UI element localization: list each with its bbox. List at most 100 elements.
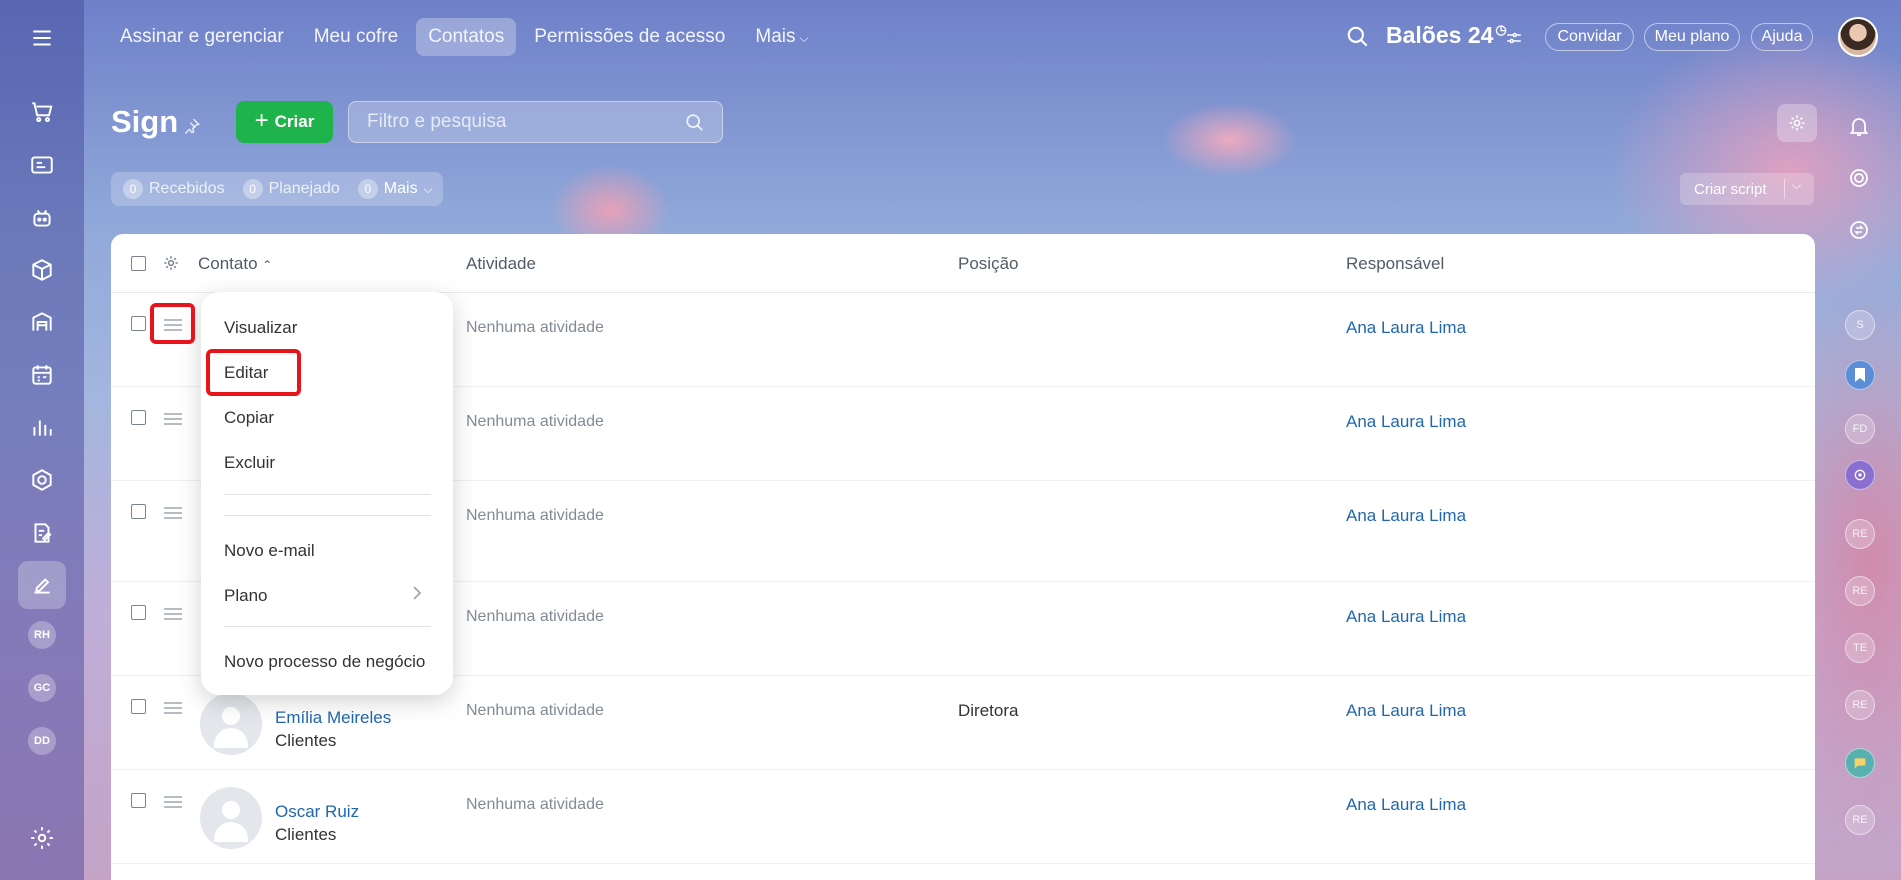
avatar[interactable]: DD <box>28 727 56 755</box>
row-checkbox[interactable] <box>131 699 146 714</box>
avatar[interactable]: RE <box>1845 805 1875 835</box>
menu-item-plan[interactable]: Plano <box>224 586 267 606</box>
counter-planned[interactable]: 0 Planejado <box>242 179 340 199</box>
highlight-edit-item <box>206 349 301 396</box>
position-text: Diretora <box>958 701 1019 720</box>
row-menu-icon[interactable] <box>164 608 182 622</box>
highlight-row-menu <box>150 303 195 344</box>
analytics-icon[interactable] <box>18 403 66 451</box>
responsible-link[interactable]: Ana Laura Lima <box>1346 506 1466 526</box>
sort-up-icon: ⌃ <box>262 258 273 272</box>
topnav-item-assinar[interactable]: Assinar e gerenciar <box>108 18 296 56</box>
view-settings-button[interactable] <box>1777 104 1817 142</box>
create-button[interactable]: + Criar <box>236 101 333 143</box>
cart-icon[interactable] <box>18 88 66 136</box>
avatar[interactable]: RE <box>1845 690 1875 720</box>
menu-separator <box>224 626 431 627</box>
row-menu-icon[interactable] <box>164 413 182 427</box>
avatar[interactable] <box>200 787 262 849</box>
contact-name-link[interactable]: Emília Meireles <box>275 708 391 728</box>
divider <box>1784 179 1785 199</box>
menu-item-new-email[interactable]: Novo e-mail <box>224 541 315 561</box>
search-icon[interactable] <box>1345 24 1371 50</box>
contact-card-icon[interactable] <box>18 141 66 189</box>
menu-item-new-business-process[interactable]: Novo processo de negócio <box>224 652 425 672</box>
counter-badge: 0 <box>123 179 143 199</box>
responsible-link[interactable]: Ana Laura Lima <box>1346 318 1466 338</box>
avatar[interactable] <box>200 693 262 755</box>
table-row[interactable]: Oscar Ruiz Clientes Nenhuma atividade An… <box>111 770 1815 864</box>
contact-name-link[interactable]: Oscar Ruiz <box>275 802 359 822</box>
avatar[interactable]: FD <box>1845 414 1875 444</box>
settings-gear-icon[interactable] <box>18 814 66 862</box>
search-icon[interactable] <box>684 112 706 134</box>
pin-icon[interactable] <box>182 116 202 136</box>
menu-item-copy[interactable]: Copiar <box>224 408 274 428</box>
avatar[interactable]: RE <box>1845 519 1875 549</box>
help-button[interactable]: Ajuda <box>1751 23 1813 51</box>
topnav-item-permissoes[interactable]: Permissões de acesso <box>522 18 737 56</box>
user-avatar[interactable] <box>1838 17 1878 57</box>
counter-badge: 0 <box>242 179 263 199</box>
counter-received[interactable]: 0 Recebidos <box>123 179 225 199</box>
responsible-link[interactable]: Ana Laura Lima <box>1346 795 1466 815</box>
menu-item-view[interactable]: Visualizar <box>224 318 297 338</box>
create-script-label: Criar script <box>1694 180 1767 198</box>
filter-search-input[interactable] <box>367 111 667 133</box>
bookmark-icon[interactable] <box>1845 360 1875 390</box>
column-header-responsible[interactable]: Responsável <box>1346 254 1444 274</box>
box-icon[interactable] <box>18 246 66 294</box>
topnav-more[interactable]: Mais ⌵ <box>743 18 820 56</box>
menu-item-delete[interactable]: Excluir <box>224 453 275 473</box>
avatar[interactable]: GC <box>28 674 56 702</box>
row-checkbox[interactable] <box>131 605 146 620</box>
responsible-link[interactable]: Ana Laura Lima <box>1346 701 1466 721</box>
page-title: Sign <box>111 104 179 139</box>
document-edit-icon[interactable] <box>18 509 66 557</box>
avatar[interactable]: RE <box>1845 576 1875 606</box>
robot-icon[interactable] <box>18 194 66 242</box>
menu-icon[interactable] <box>18 14 66 62</box>
sign-icon[interactable] <box>18 561 66 609</box>
topnav-item-contatos[interactable]: Contatos <box>416 18 517 56</box>
avatar[interactable]: S <box>1845 310 1875 340</box>
row-checkbox[interactable] <box>131 504 146 519</box>
topnav-item-cofre[interactable]: Meu cofre <box>302 18 410 56</box>
row-checkbox[interactable] <box>131 793 146 808</box>
filter-search-box[interactable] <box>348 101 723 143</box>
create-script-button[interactable]: Criar script ⌵ <box>1680 173 1814 205</box>
group-chat-icon[interactable] <box>1845 460 1875 490</box>
chevron-down-icon[interactable]: ⌵ <box>1792 178 1801 193</box>
copilot-icon[interactable] <box>1847 166 1871 190</box>
chat-sync-icon[interactable] <box>1847 218 1871 242</box>
my-plan-button[interactable]: Meu plano <box>1644 23 1740 51</box>
row-menu-icon[interactable] <box>164 702 182 716</box>
brand-name: Balões 24 <box>1386 22 1494 48</box>
avatar[interactable]: RH <box>28 621 56 649</box>
bell-icon[interactable] <box>1847 114 1871 138</box>
avatar[interactable]: TE <box>1845 633 1875 663</box>
brand-logo[interactable]: Balões 24 ◷ <box>1386 22 1507 49</box>
row-checkbox[interactable] <box>131 410 146 425</box>
activity-text: Nenhuma atividade <box>466 319 604 336</box>
contact-type: Clientes <box>275 825 337 844</box>
column-header-activity[interactable]: Atividade <box>466 254 536 274</box>
row-menu-icon[interactable] <box>164 507 182 521</box>
hexagon-icon[interactable] <box>18 456 66 504</box>
responsible-link[interactable]: Ana Laura Lima <box>1346 607 1466 627</box>
gear-icon <box>1789 115 1805 131</box>
column-header-contact[interactable]: Contato ⌃ <box>198 254 272 274</box>
responsible-link[interactable]: Ana Laura Lima <box>1346 412 1466 432</box>
sliders-icon[interactable] <box>1505 29 1523 47</box>
counter-more[interactable]: 0 Mais ⌵ <box>357 179 433 199</box>
row-menu-icon[interactable] <box>164 796 182 810</box>
chat-icon[interactable] <box>1845 748 1875 778</box>
activity-text: Nenhuma atividade <box>466 796 604 813</box>
calendar-icon[interactable] <box>18 351 66 399</box>
row-checkbox[interactable] <box>131 316 146 331</box>
gear-icon[interactable] <box>162 254 180 272</box>
warehouse-icon[interactable] <box>18 298 66 346</box>
select-all-checkbox[interactable] <box>131 256 146 271</box>
column-header-position[interactable]: Posição <box>958 254 1018 274</box>
invite-button[interactable]: Convidar <box>1545 23 1634 51</box>
